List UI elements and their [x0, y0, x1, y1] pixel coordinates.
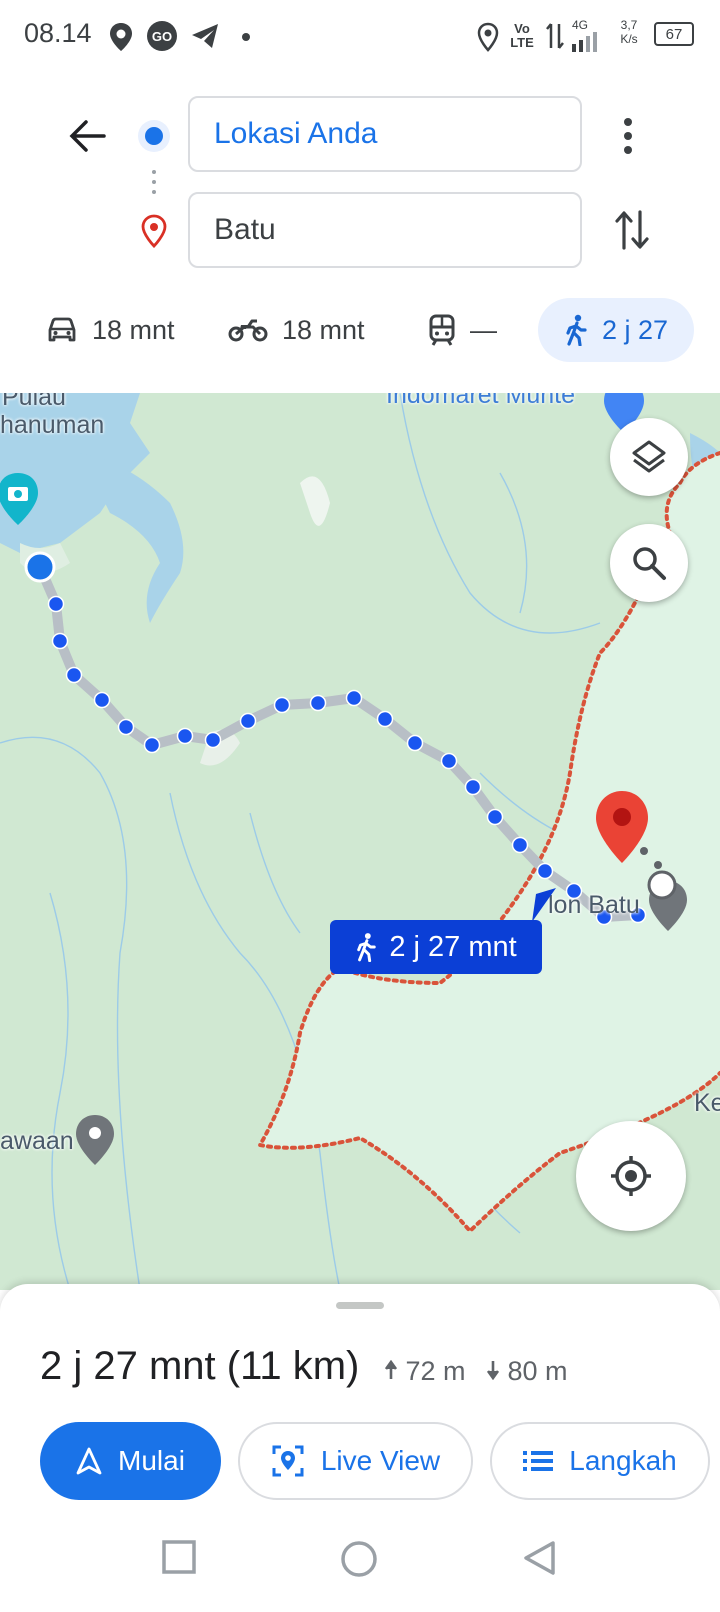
descent-info: 80 m — [486, 1356, 568, 1387]
route-connector-icon — [152, 170, 156, 194]
route-dot — [176, 727, 194, 745]
status-time: 08.14 — [24, 18, 92, 48]
origin-field[interactable]: Lokasi Anda — [188, 96, 582, 172]
car-icon — [48, 317, 76, 342]
volte-indicator: Vo LTE — [510, 21, 534, 50]
signal-strength-icon — [572, 32, 597, 52]
arrow-up-icon — [384, 1359, 398, 1379]
swap-icon[interactable] — [614, 208, 650, 252]
steps-button[interactable]: Langkah — [490, 1422, 710, 1500]
origin-dot-icon — [138, 120, 170, 152]
network-speed-unit: K/s — [620, 32, 638, 46]
mode-transit-label: — — [470, 314, 497, 345]
home-icon[interactable] — [340, 1540, 378, 1578]
gojek-icon: GO — [147, 21, 177, 51]
route-dot — [51, 632, 69, 650]
layers-icon — [632, 440, 666, 473]
route-dot — [65, 666, 83, 684]
map-label-awaan[interactable]: awaan — [0, 1127, 74, 1156]
arrow-down-icon — [486, 1361, 500, 1381]
list-icon — [523, 1451, 554, 1471]
network-speed: 3,7 K/s — [614, 18, 644, 46]
status-bar: 08.14 GO Vo LTE 4G 3,7 K/s 67 — [0, 0, 720, 74]
map-label-indomaret[interactable]: Indomaret Munte — [386, 393, 575, 410]
route-end-dot — [640, 847, 648, 855]
telegram-icon — [192, 24, 218, 48]
route-dot — [536, 862, 554, 880]
destination-marker-dot — [613, 808, 631, 826]
route-dot — [440, 752, 458, 770]
motorcycle-icon — [228, 319, 268, 342]
ascent-value: 72 m — [405, 1356, 466, 1386]
route-dot — [47, 595, 65, 613]
route-duration-bubble[interactable]: 2 j 27 mnt — [330, 920, 542, 974]
route-dot — [511, 836, 529, 854]
mode-motorcycle[interactable]: 18 mnt — [228, 300, 365, 360]
gps-status-icon — [477, 22, 499, 52]
battery-icon: 67 — [654, 22, 694, 46]
live-view-icon — [272, 1445, 304, 1477]
live-view-button[interactable]: Live View — [238, 1422, 473, 1500]
notification-dot-icon — [242, 33, 250, 41]
data-arrows-icon — [546, 23, 564, 49]
mode-walk-label: 2 j 27 — [601, 314, 669, 345]
back-nav-icon[interactable] — [522, 1540, 556, 1576]
mode-transit[interactable]: — — [428, 300, 497, 360]
route-dot — [93, 691, 111, 709]
bubble-pointer — [532, 888, 556, 922]
route-dot — [239, 712, 257, 730]
destination-point-icon — [647, 870, 677, 900]
mode-drive-label: 18 mnt — [92, 314, 175, 345]
my-location-button[interactable] — [576, 1121, 686, 1231]
search-icon — [633, 547, 666, 580]
mode-drive[interactable]: 18 mnt — [46, 300, 175, 360]
network-speed-value: 3,7 — [620, 18, 638, 32]
route-dot — [406, 734, 424, 752]
route-dot — [309, 694, 327, 712]
route-duration-text: 2 j 27 mnt — [389, 930, 517, 963]
route-dot — [143, 736, 161, 754]
camera-lens — [14, 490, 22, 498]
crosshair-icon — [611, 1156, 651, 1196]
route-dot — [204, 731, 222, 749]
start-label: Mulai — [118, 1445, 185, 1476]
route-dot — [486, 808, 504, 826]
route-dot — [273, 696, 291, 714]
current-location-icon — [24, 551, 56, 583]
walk-bubble-icon — [357, 933, 377, 962]
layers-button[interactable] — [610, 418, 688, 496]
live-view-label: Live View — [320, 1445, 441, 1476]
destination-field[interactable]: Batu — [188, 192, 582, 268]
svg-text:GO: GO — [152, 29, 172, 44]
mode-motorcycle-label: 18 mnt — [282, 314, 365, 345]
sheet-drag-handle[interactable] — [336, 1302, 384, 1309]
map-label-batu[interactable]: lon Batu — [548, 891, 640, 920]
back-arrow-icon[interactable] — [68, 118, 108, 154]
place-pin-dot — [89, 1127, 101, 1139]
route-end-dot — [654, 861, 662, 869]
steps-label: Langkah — [569, 1445, 677, 1476]
search-button[interactable] — [610, 524, 688, 602]
map-label-hanuman: hanuman — [0, 411, 105, 439]
train-icon — [429, 314, 455, 346]
map-label-ke: Ke — [694, 1089, 720, 1117]
location-status-icon — [110, 23, 132, 51]
route-dot — [345, 689, 363, 707]
ascent-info: 72 m — [384, 1356, 466, 1387]
map-view[interactable]: Pulau hanuman Indomaret Munte lon Batu a… — [0, 393, 720, 1290]
descent-value: 80 m — [507, 1356, 568, 1386]
navigation-arrow-icon — [76, 1447, 102, 1475]
route-dot — [117, 718, 135, 736]
route-dot — [464, 778, 482, 796]
map-label-pulau: Pulau — [2, 393, 66, 411]
mode-walk[interactable]: 2 j 27 — [538, 298, 694, 362]
start-button[interactable]: Mulai — [40, 1422, 221, 1500]
recents-icon[interactable] — [162, 1540, 196, 1574]
battery-level: 67 — [665, 25, 683, 43]
destination-pin-icon — [141, 214, 167, 248]
more-options-icon[interactable] — [622, 116, 634, 156]
route-summary: 2 j 27 mnt (11 km) — [40, 1344, 360, 1388]
route-dot — [376, 710, 394, 728]
walk-icon — [566, 314, 587, 346]
